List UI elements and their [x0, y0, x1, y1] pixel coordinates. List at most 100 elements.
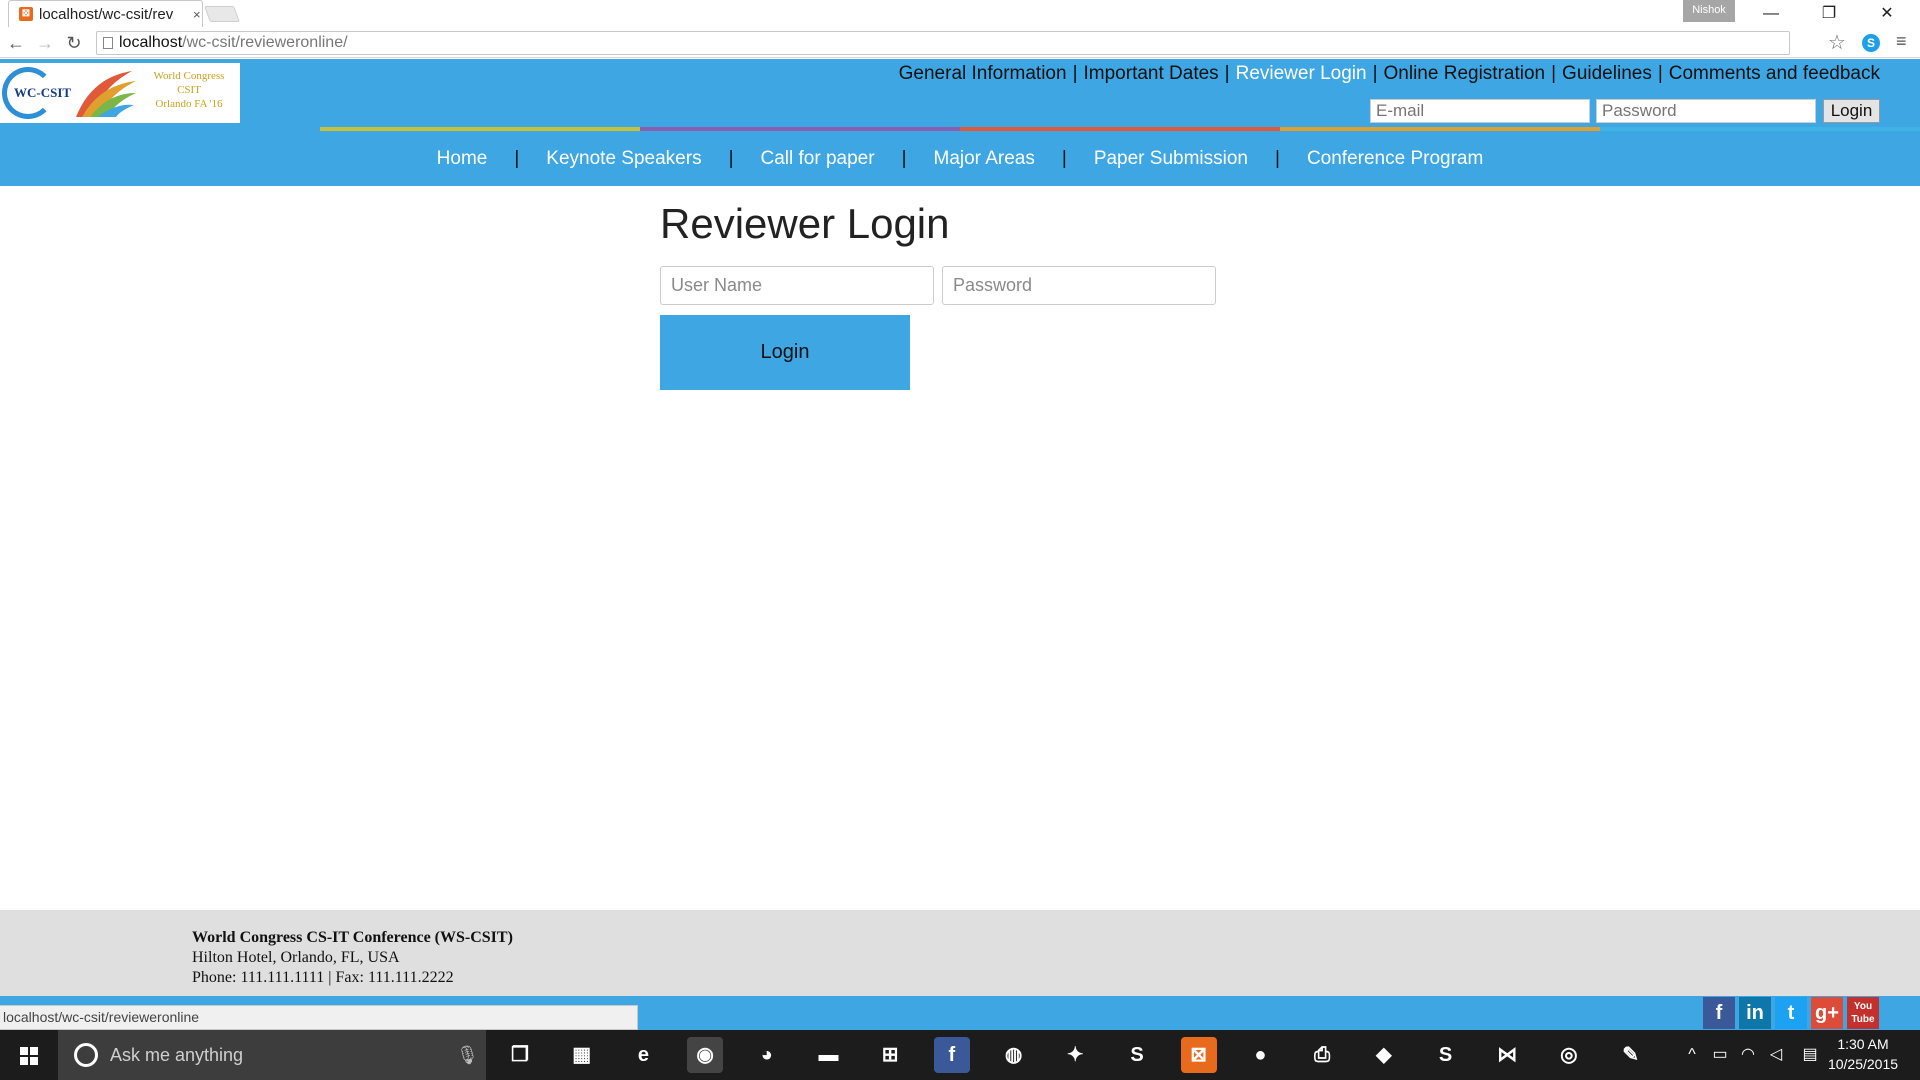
topnav-reviewer-login[interactable]: Reviewer Login — [1236, 63, 1367, 84]
footer-contact: World Congress CS-IT Conference (WS-CSIT… — [192, 928, 513, 988]
linkedin-icon[interactable]: in — [1739, 997, 1771, 1029]
system-clock[interactable]: 1:30 AM 10/25/2015 — [1822, 1034, 1904, 1074]
action-center-icon[interactable]: ▤ — [1798, 1030, 1822, 1080]
footer-phone-fax: Phone: 111.111.1111 | Fax: 111.111.2222 — [192, 969, 454, 986]
edge-icon[interactable]: e — [625, 1037, 662, 1073]
cortana-search-box[interactable]: Ask me anything 🎙 — [58, 1030, 486, 1080]
browser-globe-icon[interactable]: ◎ — [1550, 1037, 1587, 1073]
xampp-icon[interactable]: ⊠ — [1180, 1037, 1217, 1073]
android-studio-icon[interactable]: ✦ — [1057, 1037, 1094, 1073]
topnav-important-dates[interactable]: Important Dates — [1084, 63, 1219, 84]
feedly-icon[interactable]: ◆ — [1365, 1037, 1402, 1073]
topnav-separator: | — [1551, 63, 1557, 84]
header-email-field[interactable] — [1370, 99, 1590, 123]
url-host: localhost — [119, 34, 183, 51]
microphone-icon[interactable]: 🎙 — [456, 1030, 479, 1080]
footer-address: Hilton Hotel, Orlando, FL, USA — [192, 949, 400, 966]
task-view-icon[interactable]: ❐ — [502, 1037, 538, 1073]
skype-extension-icon[interactable]: S — [1862, 34, 1880, 52]
sublime-text-icon[interactable]: S — [1119, 1037, 1155, 1073]
topnav-online-registration[interactable]: Online Registration — [1384, 63, 1546, 84]
store-grid-icon[interactable]: ▦ — [563, 1037, 600, 1073]
address-bar[interactable]: localhost/wc-csit/revieweronline/ — [96, 31, 1790, 55]
volume-icon[interactable]: ◁ — [1764, 1030, 1788, 1080]
eclipse-icon[interactable]: ◍ — [995, 1037, 1032, 1073]
window-close-button[interactable]: ✕ — [1864, 0, 1910, 28]
youtube-icon[interactable]: You Tube — [1847, 997, 1879, 1029]
nav-major-areas[interactable]: Major Areas — [907, 148, 1062, 170]
new-tab-button[interactable] — [204, 6, 240, 22]
reload-icon[interactable]: ↻ — [62, 32, 86, 54]
logo-line-2: CSIT — [177, 84, 201, 96]
reviewer-login-section: Reviewer Login Login — [660, 200, 1260, 390]
browser-tab[interactable]: ⊠ localhost/wc-csit/rev × — [8, 0, 203, 27]
windows-logo-icon — [20, 1047, 38, 1065]
facebook-icon[interactable]: f — [1703, 997, 1735, 1029]
file-explorer-icon[interactable]: ▬ — [810, 1037, 847, 1073]
top-nav: General Information | Important Dates | Revi… — [899, 63, 1880, 85]
url-path: /wc-csit/revieweronline/ — [182, 34, 348, 51]
logo-acronym: WC-CSIT — [14, 85, 72, 100]
nav-paper-submission[interactable]: Paper Submission — [1067, 148, 1275, 170]
site-header: WC-CSIT World Congress CSIT Orlando FA '… — [0, 59, 1920, 186]
printer-icon[interactable]: ⎙ — [1304, 1037, 1341, 1073]
footer-org-name: World Congress CS-IT Conference (WS-CSIT… — [192, 929, 513, 946]
chrome-icon[interactable]: ◉ — [687, 1037, 724, 1073]
battery-icon[interactable]: ▭ — [1708, 1030, 1732, 1080]
visual-studio-icon[interactable]: ⋈ — [1489, 1037, 1526, 1073]
bookmark-star-icon[interactable]: ☆ — [1828, 30, 1846, 55]
googleplus-icon[interactable]: g+ — [1811, 997, 1843, 1029]
topnav-separator: | — [1372, 63, 1378, 84]
minimize-button[interactable]: — — [1748, 0, 1794, 28]
tab-title: localhost/wc-csit/rev — [39, 5, 174, 23]
back-icon[interactable]: ← — [4, 32, 28, 54]
header-password-field[interactable] — [1596, 99, 1816, 123]
status-bar-url: localhost/wc-csit/revieweronline — [0, 1005, 638, 1030]
topnav-general-information[interactable]: General Information — [899, 63, 1067, 84]
site-footer: World Congress CS-IT Conference (WS-CSIT… — [0, 910, 1920, 996]
twitter-icon[interactable]: t — [1775, 997, 1807, 1029]
page-title: Reviewer Login — [660, 200, 950, 247]
logo-line-3: Orlando FA '16 — [155, 98, 223, 110]
nav-keynote-speakers[interactable]: Keynote Speakers — [519, 148, 728, 170]
site-logo[interactable]: WC-CSIT World Congress CSIT Orlando FA '… — [0, 63, 240, 123]
skype-icon[interactable]: S — [1427, 1037, 1464, 1073]
topnav-guidelines[interactable]: Guidelines — [1562, 63, 1652, 84]
main-nav: Home | Keynote Speakers | Call for paper… — [0, 131, 1920, 186]
github-icon[interactable]: ● — [1242, 1037, 1279, 1073]
topnav-separator: | — [1657, 63, 1663, 84]
xampp-favicon-icon: ⊠ — [19, 7, 33, 21]
facebook-app-icon[interactable]: f — [933, 1037, 970, 1073]
wifi-icon[interactable]: ◠ — [1736, 1030, 1760, 1080]
windows-store-icon[interactable]: ⊞ — [872, 1037, 909, 1073]
restore-button[interactable]: ❐ — [1806, 0, 1852, 28]
firefox-icon[interactable]: ◕ — [748, 1037, 785, 1073]
topnav-separator: | — [1072, 63, 1078, 84]
paint-icon[interactable]: ✎ — [1612, 1037, 1649, 1073]
windows-taskbar: Ask me anything 🎙 ❐ ▦ e ◉ ◕ ▬ ⊞ f ◍ ✦ S ⊠ ● ⎙ ◆ S ⋈ ◎ ✎ — [0, 1030, 1920, 1080]
start-button[interactable] — [0, 1030, 58, 1080]
forward-icon[interactable]: → — [33, 32, 57, 54]
browser-toolbar: ← → ↻ localhost/wc-csit/revieweronline/ — [0, 28, 1920, 58]
clock-time: 1:30 AM — [1837, 1036, 1889, 1052]
cortana-icon — [74, 1043, 98, 1067]
login-form — [660, 266, 1260, 305]
profile-badge[interactable]: Nishok — [1683, 0, 1735, 22]
nav-conference-program[interactable]: Conference Program — [1280, 148, 1510, 170]
tab-close-icon[interactable]: × — [193, 7, 201, 22]
password-input[interactable] — [942, 266, 1216, 305]
logo-text: World Congress CSIT Orlando FA '16 — [140, 69, 238, 111]
logo-swoosh-icon — [76, 71, 136, 117]
clock-date: 10/25/2015 — [1827, 1056, 1899, 1072]
page-icon — [103, 37, 113, 49]
nav-call-for-paper[interactable]: Call for paper — [734, 148, 902, 170]
nav-home[interactable]: Home — [410, 148, 515, 170]
cortana-placeholder: Ask me anything — [110, 1045, 244, 1065]
topnav-comments-feedback[interactable]: Comments and feedback — [1669, 63, 1880, 84]
browser-menu-icon[interactable]: ≡ — [1896, 31, 1907, 52]
username-input[interactable] — [660, 266, 934, 305]
header-login-button[interactable]: Login — [1823, 99, 1880, 123]
show-hidden-icons[interactable]: ^ — [1680, 1030, 1704, 1080]
login-button[interactable]: Login — [660, 315, 910, 390]
browser-tab-bar: ⊠ localhost/wc-csit/rev × Nishok — ❐ ✕ — [0, 0, 1920, 28]
